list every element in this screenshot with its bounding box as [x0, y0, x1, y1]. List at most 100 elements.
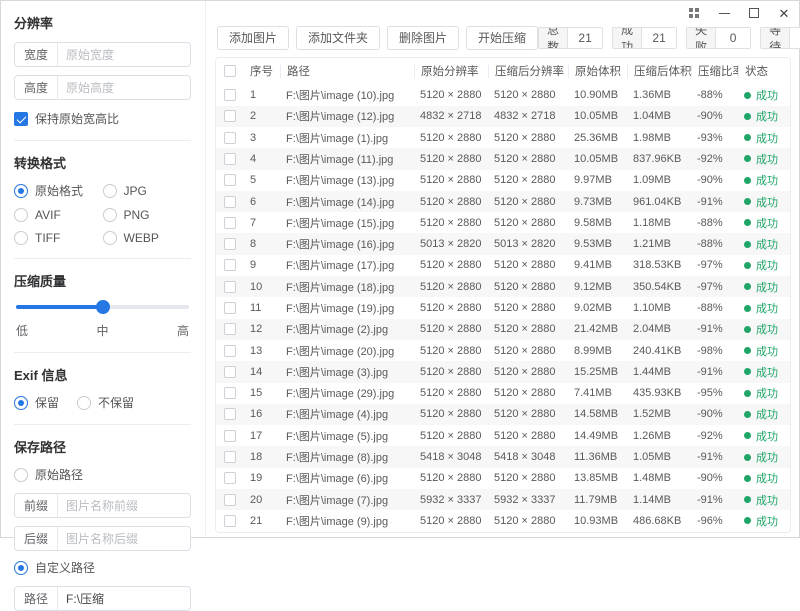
- exif-option-保留[interactable]: 保留: [14, 394, 59, 411]
- stat-value: 21: [568, 28, 602, 48]
- row-checkbox[interactable]: [224, 323, 236, 335]
- compressed-size: 1.10MB: [627, 302, 691, 314]
- compressed-size: 1.18MB: [627, 217, 691, 229]
- original-size: 13.85MB: [568, 472, 627, 484]
- table-row: 11F:\图片\image (19).jpg5120 × 28805120 × …: [216, 297, 790, 318]
- quality-slider-labels: 低 中 高: [14, 322, 191, 339]
- compression-ratio: -90%: [691, 472, 738, 484]
- row-checkbox[interactable]: [224, 345, 236, 357]
- status-text: 成功: [756, 470, 778, 486]
- compressed-size: 837.96KB: [627, 153, 691, 165]
- format-option-label: WEBP: [124, 231, 159, 245]
- row-checkbox[interactable]: [224, 132, 236, 144]
- column-header: 压缩后体积: [627, 65, 691, 78]
- minimize-button[interactable]: [709, 1, 739, 25]
- status-badge: 成功: [738, 257, 790, 273]
- stat-total: 总数21: [538, 27, 603, 49]
- table-row: 9F:\图片\image (17).jpg5120 × 28805120 × 2…: [216, 255, 790, 276]
- row-checkbox[interactable]: [224, 451, 236, 463]
- compressed-resolution: 5120 × 2880: [488, 345, 568, 357]
- compression-ratio: -98%: [691, 345, 738, 357]
- row-checkbox[interactable]: [224, 174, 236, 186]
- row-checkbox[interactable]: [224, 302, 236, 314]
- row-checkbox[interactable]: [224, 259, 236, 271]
- compression-ratio: -95%: [691, 387, 738, 399]
- status-text: 成功: [756, 385, 778, 401]
- row-checkbox[interactable]: [224, 110, 236, 122]
- row-checkbox[interactable]: [224, 153, 236, 165]
- exif-option-不保留[interactable]: 不保留: [77, 394, 134, 411]
- suffix-input[interactable]: [58, 532, 190, 546]
- add-images-button[interactable]: 添加图片: [217, 26, 289, 50]
- quality-slider[interactable]: [16, 300, 189, 314]
- divider: [14, 258, 191, 259]
- table-row: 3F:\图片\image (1).jpg5120 × 28805120 × 28…: [216, 127, 790, 148]
- format-option-原始格式[interactable]: 原始格式: [14, 182, 103, 199]
- file-path: F:\图片\image (3).jpg: [280, 364, 414, 380]
- format-section-title: 转换格式: [14, 153, 191, 172]
- row-checkbox[interactable]: [224, 430, 236, 442]
- status-dot-icon: [744, 155, 751, 162]
- original-size: 9.58MB: [568, 217, 627, 229]
- compressed-size: 1.26MB: [627, 430, 691, 442]
- row-checkbox[interactable]: [224, 472, 236, 484]
- row-checkbox[interactable]: [224, 366, 236, 378]
- custom-path-radio[interactable]: 自定义路径: [14, 559, 191, 576]
- compressed-size: 240.41KB: [627, 345, 691, 357]
- compression-ratio: -93%: [691, 132, 738, 144]
- stat-value: 0: [790, 28, 800, 48]
- delete-images-button[interactable]: 删除图片: [387, 26, 459, 50]
- slider-handle[interactable]: [96, 300, 110, 314]
- format-option-avif[interactable]: AVIF: [14, 208, 103, 222]
- table-header: 序号路径原始分辨率压缩后分辨率原始体积压缩后体积压缩比率状态: [216, 58, 790, 84]
- apps-grid-icon[interactable]: [679, 1, 709, 25]
- format-option-tiff[interactable]: TIFF: [14, 231, 103, 245]
- original-size: 10.93MB: [568, 515, 627, 527]
- original-path-radio[interactable]: 原始路径: [14, 466, 191, 483]
- row-checkbox[interactable]: [224, 238, 236, 250]
- maximize-button[interactable]: [739, 1, 769, 25]
- width-field-group: 宽度: [14, 42, 191, 67]
- row-index: 12: [244, 323, 280, 335]
- status-badge: 成功: [738, 151, 790, 167]
- compressed-resolution: 4832 × 2718: [488, 110, 568, 122]
- start-compress-button[interactable]: 开始压缩: [466, 26, 538, 50]
- format-option-webp[interactable]: WEBP: [103, 231, 192, 245]
- compression-ratio: -90%: [691, 408, 738, 420]
- status-text: 成功: [756, 87, 778, 103]
- file-path: F:\图片\image (12).jpg: [280, 108, 414, 124]
- original-size: 10.05MB: [568, 110, 627, 122]
- path-input[interactable]: [58, 592, 190, 606]
- format-option-jpg[interactable]: JPG: [103, 182, 192, 199]
- row-checkbox[interactable]: [224, 196, 236, 208]
- status-badge: 成功: [738, 343, 790, 359]
- row-checkbox[interactable]: [224, 494, 236, 506]
- status-text: 成功: [756, 300, 778, 316]
- row-checkbox[interactable]: [224, 387, 236, 399]
- suffix-label: 后缀: [15, 527, 58, 550]
- status-text: 成功: [756, 513, 778, 529]
- compression-ratio: -90%: [691, 174, 738, 186]
- select-all-checkbox[interactable]: [224, 65, 236, 77]
- row-checkbox[interactable]: [224, 281, 236, 293]
- row-checkbox[interactable]: [224, 217, 236, 229]
- width-input[interactable]: [58, 48, 190, 62]
- row-checkbox[interactable]: [224, 515, 236, 527]
- format-option-png[interactable]: PNG: [103, 208, 192, 222]
- quality-low-label: 低: [16, 322, 28, 339]
- row-checkbox[interactable]: [224, 89, 236, 101]
- keep-aspect-ratio-checkbox[interactable]: 保持原始宽高比: [14, 110, 191, 127]
- table-row: 2F:\图片\image (12).jpg4832 × 27184832 × 2…: [216, 106, 790, 127]
- row-checkbox[interactable]: [224, 408, 236, 420]
- status-badge: 成功: [738, 513, 790, 529]
- height-input[interactable]: [58, 81, 190, 95]
- row-index: 21: [244, 515, 280, 527]
- table-row: 12F:\图片\image (2).jpg5120 × 28805120 × 2…: [216, 319, 790, 340]
- compression-ratio: -88%: [691, 302, 738, 314]
- table-row: 7F:\图片\image (15).jpg5120 × 28805120 × 2…: [216, 212, 790, 233]
- close-button[interactable]: ✕: [769, 1, 799, 25]
- row-checkbox-cell: [216, 174, 244, 186]
- add-folder-button[interactable]: 添加文件夹: [296, 26, 380, 50]
- prefix-input[interactable]: [58, 499, 190, 513]
- original-size: 9.53MB: [568, 238, 627, 250]
